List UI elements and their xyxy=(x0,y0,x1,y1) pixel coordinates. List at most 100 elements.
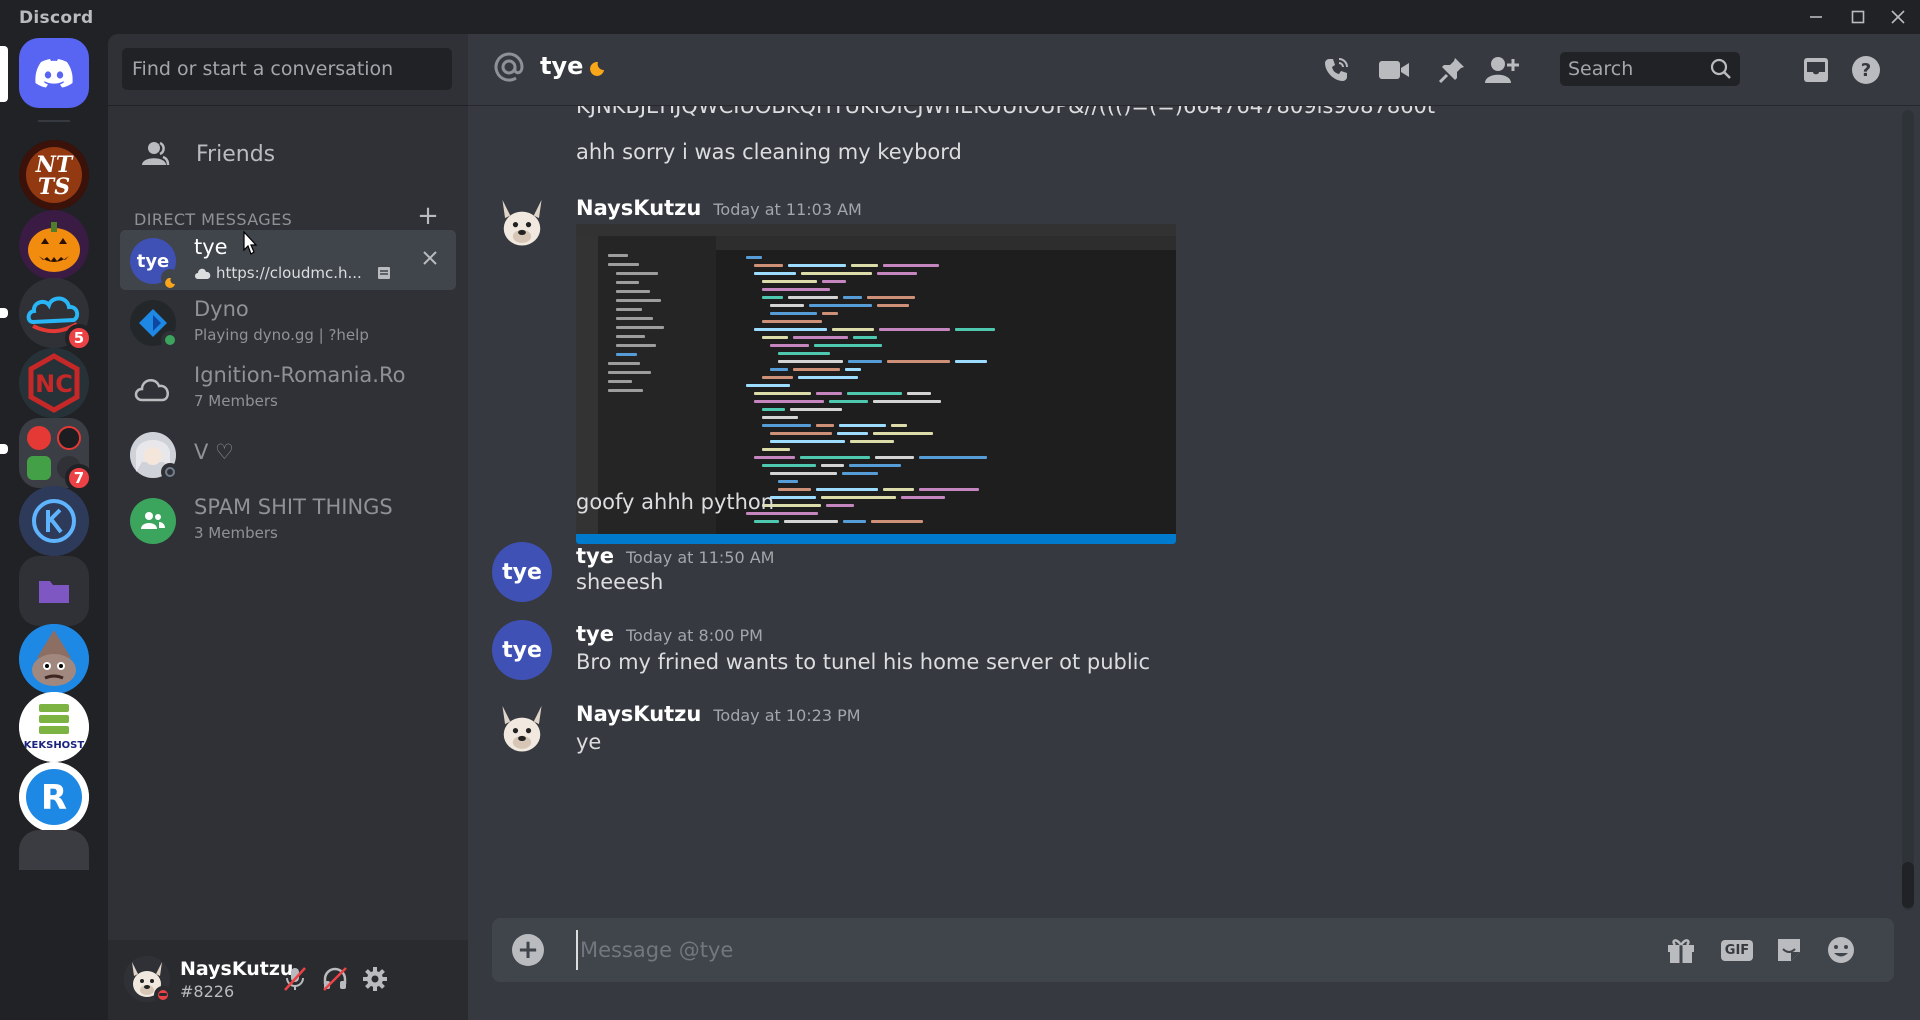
purple-folder-icon xyxy=(39,581,69,603)
close-icon[interactable] xyxy=(1878,4,1918,30)
user-panel: NaysKutzu #8226 xyxy=(108,940,468,1020)
dm-item-tye[interactable]: tye tye https://cloudmc.h... xyxy=(120,230,456,290)
close-dm-icon[interactable] xyxy=(416,244,444,272)
code-token xyxy=(849,464,901,467)
code-token xyxy=(790,408,842,411)
code-token xyxy=(814,344,882,347)
message-scrollbar[interactable] xyxy=(1902,110,1914,910)
add-friend-to-dm-icon[interactable] xyxy=(1484,52,1520,88)
svg-text:KEKSHOST: KEKSHOST xyxy=(24,740,85,751)
code-token xyxy=(832,328,874,331)
explorer-entry xyxy=(608,263,639,266)
header-search-input[interactable]: Search xyxy=(1560,52,1740,86)
dm-search-input[interactable] xyxy=(122,48,452,90)
code-token xyxy=(770,472,837,475)
avatar-text: tye xyxy=(136,250,170,272)
attach-plus-icon[interactable]: + xyxy=(512,934,544,966)
code-token xyxy=(778,352,830,355)
server-k[interactable] xyxy=(19,486,89,556)
at-mention-icon xyxy=(492,50,526,88)
video-call-icon[interactable] xyxy=(1376,52,1412,88)
dm-item-dyno[interactable]: Dyno Playing dyno.gg | ?help xyxy=(120,292,456,352)
code-token xyxy=(770,312,817,315)
code-token xyxy=(746,256,762,259)
code-token xyxy=(919,456,987,459)
code-token xyxy=(853,336,877,339)
idle-moon-icon xyxy=(590,62,604,76)
gif-button[interactable]: GIF xyxy=(1718,932,1756,968)
code-token xyxy=(778,360,843,363)
rail-separator xyxy=(38,120,70,122)
code-token xyxy=(762,280,817,283)
code-token xyxy=(762,376,793,379)
online-status-icon xyxy=(161,331,179,349)
dm-name: Dyno xyxy=(194,297,249,321)
friends-nav-item[interactable]: Friends xyxy=(122,126,452,182)
explorer-entry xyxy=(616,344,656,347)
code-token xyxy=(843,520,866,523)
avatar: tye xyxy=(130,238,179,288)
user-avatar[interactable] xyxy=(124,956,172,1004)
avatar xyxy=(130,300,179,349)
message-author[interactable]: NaysKutzu Today at 10:23 PM xyxy=(576,702,861,726)
mouse-cursor-icon xyxy=(243,230,258,255)
server-mascot[interactable] xyxy=(19,624,89,694)
dm-members: 7 Members xyxy=(194,392,278,410)
help-icon[interactable]: ? xyxy=(1848,52,1884,88)
message-author[interactable]: tye Today at 8:00 PM xyxy=(576,622,763,646)
message-avatar[interactable]: tye xyxy=(492,620,552,680)
message-avatar[interactable] xyxy=(492,698,552,758)
explorer-entry xyxy=(608,389,643,392)
unread-badge: 5 xyxy=(65,324,93,352)
code-token xyxy=(754,272,796,275)
gif-label: GIF xyxy=(1720,939,1754,961)
cloud-status-icon xyxy=(195,268,211,279)
code-token xyxy=(754,520,779,523)
dm-item-ignition-romania[interactable]: Ignition-Romania.Ro 7 Members xyxy=(120,358,456,418)
message-avatar[interactable]: tye xyxy=(492,542,552,602)
gift-icon[interactable] xyxy=(1662,932,1700,968)
server-nc[interactable]: NC xyxy=(19,348,89,418)
home-button[interactable] xyxy=(19,38,89,108)
server-cloud[interactable]: 5 xyxy=(19,278,93,352)
server-folder-purple[interactable] xyxy=(19,556,89,626)
server-folder[interactable]: 7 xyxy=(19,418,93,492)
code-token xyxy=(770,440,845,443)
dm-sidebar: Friends DIRECT MESSAGES + tye tye https:… xyxy=(108,34,468,1020)
maximize-icon[interactable] xyxy=(1838,4,1878,30)
dm-item-spam-shit-things[interactable]: SPAM SHIT THINGS 3 Members xyxy=(120,490,456,550)
server-r[interactable]: R xyxy=(19,762,89,832)
message-input[interactable] xyxy=(576,930,1576,970)
emoji-icon[interactable] xyxy=(1822,932,1860,968)
code-token xyxy=(816,488,878,491)
settings-gear-icon[interactable] xyxy=(358,962,392,996)
code-token xyxy=(821,464,844,467)
server-partial[interactable] xyxy=(19,830,89,870)
r-logo-icon: R xyxy=(19,762,89,832)
code-token xyxy=(822,312,838,315)
explorer-entry xyxy=(616,326,664,329)
nts-logo-icon: NT TS xyxy=(19,140,89,210)
svg-text:TS: TS xyxy=(38,174,70,200)
dm-item-v[interactable]: V ♡ xyxy=(120,424,456,484)
sticker-icon[interactable] xyxy=(1770,932,1808,968)
voice-call-icon[interactable] xyxy=(1318,52,1354,88)
code-token xyxy=(798,376,858,379)
minimize-icon[interactable] xyxy=(1796,4,1836,30)
inbox-icon[interactable] xyxy=(1798,52,1834,88)
code-token xyxy=(788,264,846,267)
message-avatar[interactable] xyxy=(492,192,552,252)
deafen-headphones-icon[interactable] xyxy=(318,962,352,996)
pinned-messages-icon[interactable] xyxy=(1434,52,1470,88)
pumpkin-icon xyxy=(19,210,89,280)
server-kekshost[interactable]: KEKSHOST xyxy=(19,692,89,762)
message-author[interactable]: NaysKutzu Today at 11:03 AM xyxy=(576,196,862,220)
scrollbar-thumb[interactable] xyxy=(1902,862,1914,908)
message-author[interactable]: tye Today at 11:50 AM xyxy=(576,544,774,568)
cloud-group-icon xyxy=(134,379,169,402)
server-pumpkin[interactable] xyxy=(19,210,89,280)
mute-mic-icon[interactable] xyxy=(278,962,312,996)
create-dm-plus-icon[interactable]: + xyxy=(416,203,440,229)
friends-icon xyxy=(142,141,170,166)
server-nts[interactable]: NT TS xyxy=(19,140,89,210)
